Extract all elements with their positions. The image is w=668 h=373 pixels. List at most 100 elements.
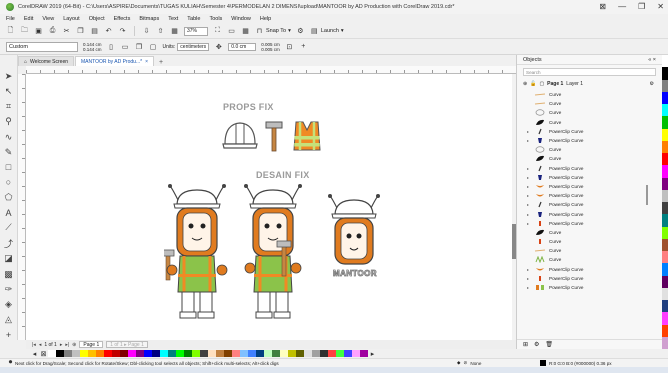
drawing-canvas[interactable]: PROPS FIX DESAIN FIX MANTOOR	[26, 74, 516, 340]
expand-arrow-icon[interactable]: ▸	[527, 212, 531, 217]
color-swatch[interactable]	[120, 350, 128, 357]
menu-object[interactable]: Object	[89, 16, 105, 22]
color-swatch[interactable]	[662, 251, 668, 264]
object-row[interactable]: Curve	[517, 90, 663, 99]
portrait-icon[interactable]: ▯	[107, 42, 116, 51]
delete-icon[interactable]: 🗑	[545, 341, 553, 348]
print-icon[interactable]: ⎙	[48, 27, 57, 36]
expand-arrow-icon[interactable]: ▸	[527, 276, 531, 281]
object-row[interactable]: ▸ PowerClip Curve	[517, 274, 663, 283]
new-layer-icon[interactable]: ⊞	[523, 341, 528, 348]
nudge-distance-field[interactable]: 0.0 cm	[228, 42, 257, 51]
object-row[interactable]: ▸ PowerClip Curve	[517, 173, 663, 182]
outline-indicator[interactable]: R:0 G:0 B:0 (#000000) 0.36 px	[540, 360, 612, 366]
layer-options-icon[interactable]: ⊕	[523, 81, 527, 87]
palette-scroll-left-icon[interactable]: ◂	[30, 349, 39, 358]
launch-dropdown[interactable]: ▤ Launch ▾	[310, 27, 344, 36]
object-row[interactable]: ▸ PowerClip Curve	[517, 200, 663, 209]
color-swatch[interactable]	[232, 350, 240, 357]
object-row[interactable]: Curve	[517, 228, 663, 237]
menu-window[interactable]: Window	[231, 16, 251, 22]
color-swatch[interactable]	[80, 350, 88, 357]
no-color-swatch-icon[interactable]: ⊠	[39, 349, 48, 358]
docker-scrollbar-thumb[interactable]	[646, 185, 648, 205]
color-swatch[interactable]	[216, 350, 224, 357]
connector-tool-icon[interactable]: ⤴	[3, 237, 15, 249]
color-swatch[interactable]	[168, 350, 176, 357]
color-swatch[interactable]	[662, 312, 668, 325]
expand-arrow-icon[interactable]: ▸	[527, 175, 531, 180]
object-row[interactable]: Curve	[517, 246, 663, 255]
lock-icon[interactable]: 🔓	[530, 81, 536, 87]
docker-search-input[interactable]: Search	[523, 68, 656, 76]
text-tool-icon[interactable]: A	[3, 207, 15, 218]
color-swatch[interactable]	[104, 350, 112, 357]
last-page-button[interactable]: ▸|	[65, 342, 69, 348]
restore-button[interactable]: ❐	[638, 2, 645, 11]
align-page-icon[interactable]: ⊡	[285, 42, 294, 51]
object-row[interactable]: ▸ PowerClip Curve	[517, 127, 663, 136]
undo-icon[interactable]: ↶	[104, 27, 113, 36]
color-swatch[interactable]	[152, 350, 160, 357]
color-swatch[interactable]	[128, 350, 136, 357]
next-page-button[interactable]: ▸	[60, 342, 63, 348]
minimize-button[interactable]: —	[618, 2, 626, 11]
object-row[interactable]: ▸ PowerClip Curve	[517, 136, 663, 145]
color-swatch[interactable]	[662, 202, 668, 215]
menu-view[interactable]: View	[42, 16, 54, 22]
color-swatch[interactable]	[224, 350, 232, 357]
import-icon[interactable]: ⇩	[142, 27, 151, 36]
menu-table[interactable]: Table	[187, 16, 200, 22]
menu-bitmaps[interactable]: Bitmaps	[139, 16, 159, 22]
current-page-icon[interactable]: ▢	[149, 42, 158, 51]
open-folder-icon[interactable]: 🗀	[20, 27, 29, 36]
color-swatch[interactable]	[200, 350, 208, 357]
color-swatch[interactable]	[662, 67, 668, 80]
add-page-button[interactable]: ⊕	[72, 342, 76, 348]
horizontal-ruler[interactable]	[26, 66, 516, 74]
landscape-icon[interactable]: ▭	[121, 42, 130, 51]
page-height-field[interactable]: 0.144 cm	[83, 47, 102, 52]
zoom-level-select[interactable]: 37%	[184, 26, 208, 36]
ellipse-tool-icon[interactable]: ○	[3, 177, 15, 188]
mascot-logo-head[interactable]	[326, 192, 382, 272]
color-swatch[interactable]	[256, 350, 264, 357]
crop-tool-icon[interactable]: ⌗	[3, 101, 15, 112]
object-row[interactable]: ▸ PowerClip Curve	[517, 191, 663, 200]
docker-settings-gear-icon[interactable]: ⚙	[650, 81, 654, 87]
menu-file[interactable]: File	[6, 16, 15, 22]
full-screen-icon[interactable]: ⛶	[213, 27, 222, 36]
color-swatch[interactable]	[280, 350, 288, 357]
color-swatch[interactable]	[160, 350, 168, 357]
vertical-ruler[interactable]	[18, 74, 26, 340]
layer-manager-icon[interactable]: ⚙	[534, 341, 539, 348]
units-select[interactable]: centimeters	[177, 42, 210, 51]
color-swatch[interactable]	[72, 350, 80, 357]
object-row[interactable]: Curve	[517, 118, 663, 127]
page-preset-select[interactable]: Custom	[6, 41, 78, 52]
docker-page-row[interactable]: ⊕ 🔓 ▢ Page 1 Layer 1 ⚙	[517, 79, 662, 89]
color-swatch[interactable]	[264, 350, 272, 357]
pick-tool-icon[interactable]: ➤	[3, 71, 15, 82]
expand-arrow-icon[interactable]: ▸	[527, 193, 531, 198]
color-swatch[interactable]	[662, 79, 668, 92]
help-icon[interactable]: ⊠	[599, 2, 606, 11]
zoom-tool-icon[interactable]: ⚲	[3, 116, 15, 127]
color-swatch[interactable]	[662, 128, 668, 141]
expand-arrow-icon[interactable]: ▸	[527, 202, 531, 207]
menu-tools[interactable]: Tools	[209, 16, 222, 22]
color-swatch[interactable]	[662, 116, 668, 129]
object-row[interactable]: Curve	[517, 108, 663, 117]
eyedropper-tool-icon[interactable]: ✑	[3, 284, 15, 295]
object-row[interactable]: ▸ PowerClip Curve	[517, 219, 663, 228]
safety-vest-prop[interactable]	[292, 120, 322, 152]
menu-layout[interactable]: Layout	[63, 16, 80, 22]
copy-icon[interactable]: ❐	[76, 27, 85, 36]
options-gear-icon[interactable]: ⚙	[296, 27, 305, 36]
show-rulers-icon[interactable]: ▭	[227, 27, 236, 36]
interactive-fill-tool-icon[interactable]: ◈	[3, 299, 15, 310]
color-swatch[interactable]	[662, 226, 668, 239]
snap-to-dropdown[interactable]: ⊓ Snap To ▾	[255, 27, 291, 36]
color-swatch[interactable]	[96, 350, 104, 357]
object-row[interactable]: Curve	[517, 255, 663, 264]
